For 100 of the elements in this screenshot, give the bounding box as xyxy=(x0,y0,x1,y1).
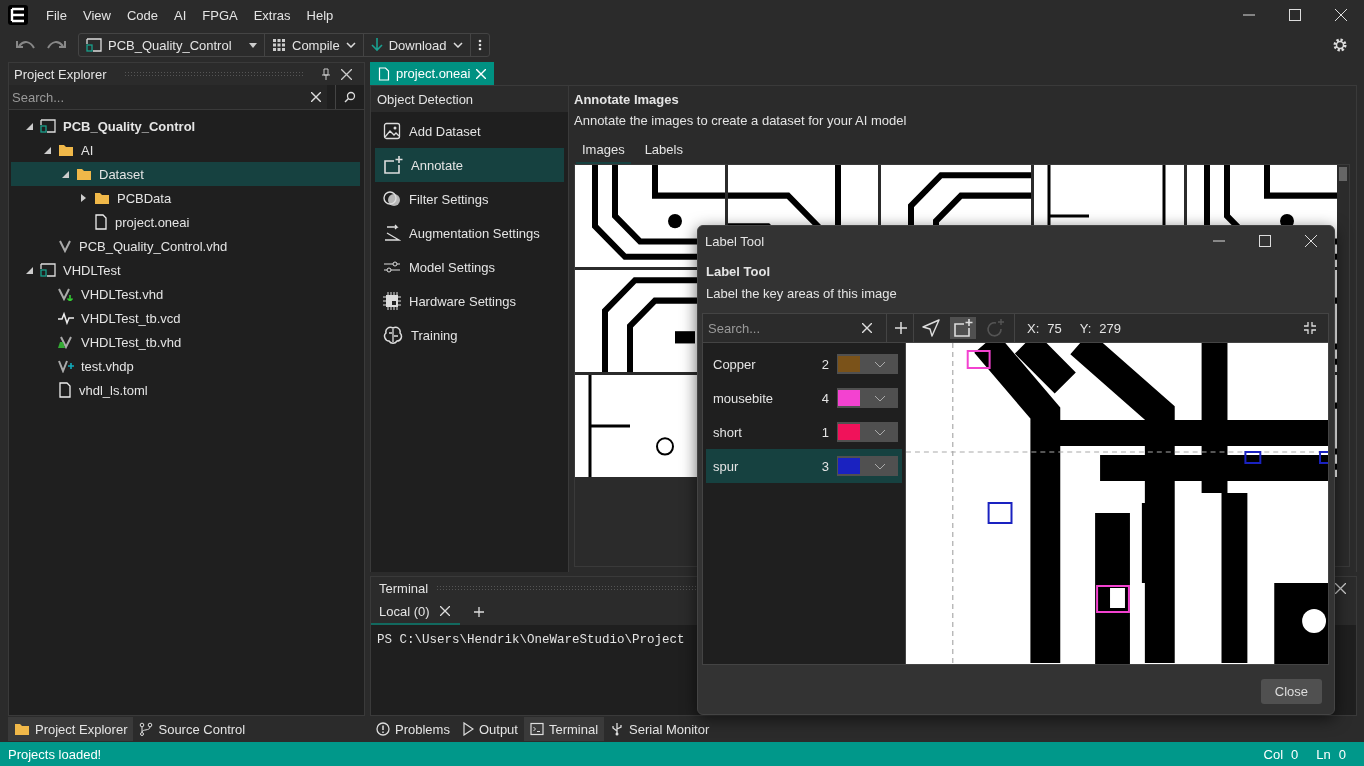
more-options-icon[interactable] xyxy=(477,39,482,51)
usb-icon xyxy=(610,722,625,736)
download-button[interactable]: Download xyxy=(363,34,471,56)
menu-item[interactable]: Help xyxy=(298,7,342,23)
close-icon[interactable] xyxy=(341,68,352,80)
search-field[interactable]: Search... xyxy=(9,85,327,109)
panel-tab[interactable]: Serial Monitor xyxy=(604,717,716,741)
clear-icon[interactable] xyxy=(862,323,872,333)
color-picker[interactable] xyxy=(837,422,898,442)
collapse-icon[interactable] xyxy=(1304,322,1316,334)
app-logo-icon xyxy=(8,5,28,25)
color-picker[interactable] xyxy=(837,354,898,374)
tree-item[interactable]: VHDLTest_tb.vhd xyxy=(11,330,360,354)
folder-icon xyxy=(76,167,92,181)
nav-item[interactable]: Augmentation Settings xyxy=(375,216,564,250)
nav-item[interactable]: Filter Settings xyxy=(375,182,564,216)
panel-tab[interactable]: Project Explorer xyxy=(8,717,134,741)
compile-button[interactable]: Compile xyxy=(265,34,364,56)
play-icon xyxy=(461,722,474,736)
nav-item[interactable]: Hardware Settings xyxy=(375,284,564,318)
search-input[interactable]: Search... xyxy=(708,320,854,336)
menu-item[interactable]: FPGA xyxy=(194,7,246,23)
panel-tab[interactable]: Source Control xyxy=(133,717,252,741)
branch-icon xyxy=(139,722,154,736)
tree-item[interactable]: Dataset xyxy=(11,162,360,186)
close-icon[interactable] xyxy=(1335,582,1346,594)
search-input[interactable]: Search... xyxy=(9,89,303,105)
sliders-icon xyxy=(383,258,401,276)
menu-item[interactable]: Extras xyxy=(245,7,299,23)
search-field[interactable]: Search... xyxy=(708,314,878,342)
folder-icon xyxy=(58,143,74,157)
page-heading: Annotate Images xyxy=(574,92,680,107)
tree-item[interactable]: VHDLTest_tb.vcd xyxy=(11,306,360,330)
x-value: 75 xyxy=(1047,320,1062,336)
tree-item[interactable]: VHDLTest.vhd xyxy=(11,282,360,306)
pcb-image-canvas[interactable] xyxy=(906,343,1328,664)
dialog-description: Label the key areas of this image xyxy=(705,285,898,301)
tree-item[interactable]: test.vhdp xyxy=(11,354,360,378)
nav-item[interactable]: Add Dataset xyxy=(375,114,564,148)
terminal-output: PS C:\Users\Hendrik\OneWareStudio\Project xyxy=(376,632,686,649)
view-tab[interactable]: Labels xyxy=(638,142,689,164)
label-item[interactable]: spur 3 xyxy=(706,449,902,483)
close-button[interactable]: Close xyxy=(1260,679,1322,704)
tool-button[interactable] xyxy=(950,317,976,339)
add-icon[interactable] xyxy=(473,607,484,617)
menu-item[interactable]: View xyxy=(74,7,119,23)
close-icon[interactable] xyxy=(439,606,450,616)
x-label: X: xyxy=(1027,320,1040,336)
add-icon[interactable] xyxy=(895,322,907,334)
expanded-arrow-icon[interactable] xyxy=(25,266,33,274)
expanded-arrow-icon[interactable] xyxy=(43,146,51,154)
line-number: 0 xyxy=(1338,746,1346,762)
panel-tab[interactable]: Output xyxy=(455,717,524,741)
nav-item[interactable]: Model Settings xyxy=(375,250,564,284)
tree-item[interactable]: PCBData xyxy=(11,186,360,210)
collapsed-arrow-icon[interactable] xyxy=(80,194,86,202)
search-icon[interactable] xyxy=(344,91,356,103)
color-picker[interactable] xyxy=(837,456,898,476)
v-plus-icon xyxy=(58,359,74,373)
label-item[interactable]: mousebite 4 xyxy=(706,381,902,415)
panel-tab[interactable]: Problems xyxy=(370,717,456,741)
project-dropdown[interactable]: PCB_Quality_Control xyxy=(79,34,265,56)
clear-icon[interactable] xyxy=(311,92,321,102)
rotate-plus-icon xyxy=(986,319,1004,337)
label-item[interactable]: Copper 2 xyxy=(706,347,902,381)
menu-item[interactable]: File xyxy=(38,7,75,23)
nav-item[interactable]: Annotate xyxy=(375,148,564,182)
editor-tab[interactable]: project.oneai xyxy=(370,62,495,85)
tree-item[interactable]: AI xyxy=(11,138,360,162)
dialog-title: Label Tool xyxy=(705,233,765,249)
expanded-arrow-icon[interactable] xyxy=(25,122,33,130)
image-icon xyxy=(383,122,401,140)
v-letter-icon xyxy=(58,287,74,301)
tree-item[interactable]: vhdl_ls.toml xyxy=(11,378,360,402)
color-picker[interactable] xyxy=(837,388,898,408)
terminal-icon xyxy=(529,722,544,736)
menu-item[interactable]: Code xyxy=(118,7,166,23)
filter-icon xyxy=(383,190,401,208)
dropdown-arrow-icon xyxy=(249,42,257,48)
add-box-icon xyxy=(383,156,403,174)
panel-title: Project Explorer xyxy=(14,66,107,82)
waveform-icon xyxy=(58,311,74,325)
column-label: Col xyxy=(1263,746,1284,762)
y-value: 279 xyxy=(1099,320,1122,336)
chevron-down-icon xyxy=(345,42,356,48)
pin-icon[interactable] xyxy=(321,68,331,80)
column-number: 0 xyxy=(1291,746,1299,762)
expanded-arrow-icon[interactable] xyxy=(61,170,69,178)
nav-item[interactable]: Training xyxy=(375,318,564,352)
close-icon xyxy=(1335,9,1347,21)
menu-item[interactable]: AI xyxy=(166,7,195,23)
tree-item[interactable]: VHDLTest xyxy=(11,258,360,282)
tree-item[interactable]: project.oneai xyxy=(11,210,360,234)
label-item[interactable]: short 1 xyxy=(706,415,902,449)
tree-item[interactable]: PCB_Quality_Control xyxy=(11,114,360,138)
settings-icon[interactable] xyxy=(1332,37,1348,53)
project-icon xyxy=(86,38,102,52)
session-tab[interactable]: Local (0) xyxy=(371,599,460,625)
tree-item[interactable]: PCB_Quality_Control.vhd xyxy=(11,234,360,258)
panel-tab[interactable]: Terminal xyxy=(523,717,605,741)
